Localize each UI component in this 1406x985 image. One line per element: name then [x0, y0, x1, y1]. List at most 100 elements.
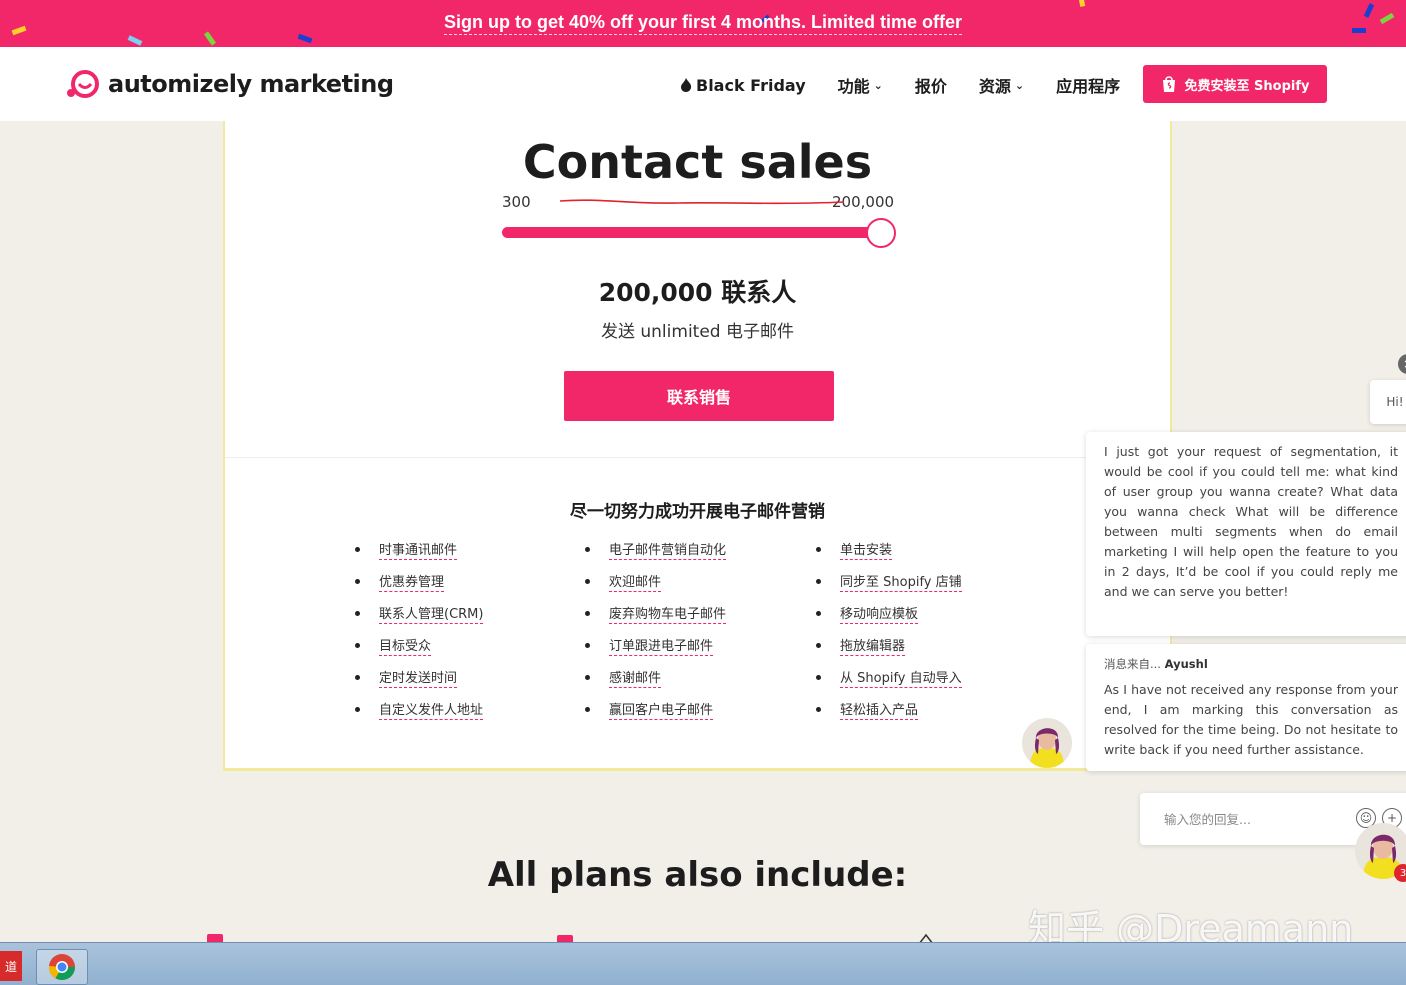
chat-message-text: I just got your request of segmentation,… [1104, 444, 1398, 599]
feature-item: 感谢邮件 [585, 667, 726, 699]
fire-icon [681, 78, 692, 92]
feature-link[interactable]: 赢回客户电子邮件 [609, 703, 714, 720]
nav-item-label: 应用程序 [1056, 77, 1121, 96]
nav-item-label: 功能 [837, 77, 870, 96]
contacts-slider-track[interactable] [502, 227, 880, 238]
chat-sender: 消息来自... Ayushl [1104, 654, 1398, 674]
chat-reply-input[interactable] [1162, 807, 1346, 831]
feature-item: 时事通讯邮件 [355, 539, 483, 571]
automizely-logo-icon [67, 70, 99, 98]
slider-min-label: 300 [502, 193, 531, 211]
os-taskbar: 道 [0, 942, 1406, 985]
feature-list-column-2: 电子邮件营销自动化 欢迎邮件 废弃购物车电子邮件 订单跟进电子邮件 感谢邮件 赢… [585, 539, 727, 731]
feature-item: 联系人管理(CRM) [355, 603, 484, 635]
contacts-slider-thumb[interactable] [866, 218, 896, 248]
agent-avatar[interactable] [1022, 718, 1072, 768]
confetti-decoration [1363, 3, 1375, 18]
feature-link[interactable]: 目标受众 [379, 639, 432, 656]
confetti-decoration [203, 31, 217, 46]
nav-item-apps[interactable]: 应用程序 [1056, 73, 1120, 97]
card-divider [225, 457, 1170, 458]
brand-name: automizely marketing [108, 70, 394, 98]
feature-item: 废弃购物车电子邮件 [585, 603, 727, 635]
feature-item: 赢回客户电子邮件 [585, 699, 726, 731]
nav-item-pricing[interactable]: 报价 [915, 73, 947, 97]
nav-item-label: Black Friday [696, 75, 806, 95]
chevron-down-icon: ⌄ [873, 78, 883, 92]
feature-link[interactable]: 轻松插入产品 [840, 703, 919, 720]
feature-link[interactable]: 自定义发件人地址 [379, 703, 484, 720]
emails-allowance: 发送 unlimited 电子邮件 [600, 322, 794, 342]
chat-message: I just got your request of segmentation,… [1086, 432, 1406, 636]
nav-item-label: 报价 [914, 77, 947, 96]
confetti-decoration [1078, 0, 1086, 7]
nav-item-black-friday[interactable]: Black Friday [680, 76, 806, 95]
nav-menu: Black Friday 功能 ⌄ 报价 资源 ⌄ 应用程序 [680, 73, 1120, 97]
chevron-down-icon: ⌄ [1014, 78, 1025, 92]
unread-count-badge: 3 [1394, 864, 1406, 882]
confetti-decoration [11, 25, 27, 36]
shopify-bag-icon [1162, 76, 1175, 92]
red-annotation-line [559, 199, 845, 205]
chat-greeting-bubble: Hi! [1370, 380, 1406, 424]
feature-list-column-3: 单击安装 同步至 Shopify 店铺 移动响应模板 拖放编辑器 从 Shopi… [816, 539, 962, 731]
feature-item: 拖放编辑器 [816, 635, 962, 667]
feature-item: 单击安装 [816, 539, 962, 571]
promo-banner-link[interactable]: Sign up to get 40% off your first 4 mont… [443, 12, 963, 35]
taskbar-chrome-item[interactable] [36, 949, 88, 985]
feature-link[interactable]: 从 Shopify 自动导入 [840, 671, 962, 688]
feature-link[interactable]: 定时发送时间 [379, 671, 458, 688]
feature-link[interactable]: 移动响应模板 [840, 607, 919, 624]
feature-link[interactable]: 拖放编辑器 [840, 639, 906, 656]
nav-item-features[interactable]: 功能 ⌄ [838, 73, 883, 97]
feature-item: 目标受众 [355, 635, 483, 667]
chat-message-text: As I have not received any response from… [1104, 682, 1398, 757]
feature-item: 电子邮件营销自动化 [585, 539, 727, 571]
feature-item: 自定义发件人地址 [355, 699, 484, 731]
feature-item: 从 Shopify 自动导入 [816, 667, 962, 699]
feature-link[interactable]: 同步至 Shopify 店铺 [840, 575, 962, 592]
feature-link[interactable]: 单击安装 [840, 543, 893, 560]
feature-item: 优惠券管理 [355, 571, 483, 603]
confetti-decoration [297, 33, 313, 44]
confetti-decoration [1379, 12, 1395, 25]
confetti-decoration [127, 35, 143, 46]
brand-logo[interactable]: automizely marketing [66, 69, 394, 99]
top-navigation: automizely marketing Black Friday 功能 ⌄ 报… [0, 47, 1406, 121]
taskbar-app-item[interactable]: 道 [0, 951, 22, 981]
feature-link[interactable]: 订单跟进电子邮件 [609, 639, 714, 656]
chat-greeting-text: Hi! [1386, 395, 1404, 409]
feature-item: 轻松插入产品 [816, 699, 962, 731]
taskbar-app-label: 道 [4, 959, 17, 974]
feature-link[interactable]: 时事通讯邮件 [379, 543, 458, 560]
install-shopify-button[interactable]: 免费安装至 Shopify [1143, 65, 1327, 103]
agent-avatar-icon [1022, 718, 1072, 768]
pricing-title: Contact sales [522, 135, 873, 189]
install-shopify-label: 免费安装至 Shopify [1184, 78, 1310, 94]
feature-link[interactable]: 优惠券管理 [379, 575, 445, 592]
nav-item-label: 资源 [978, 77, 1011, 96]
contact-sales-button[interactable]: 联系销售 [564, 371, 834, 421]
chrome-icon [48, 954, 76, 981]
feature-item: 欢迎邮件 [585, 571, 726, 603]
feature-item: 定时发送时间 [355, 667, 483, 699]
features-heading: 尽一切努力成功开展电子邮件营销 [570, 502, 825, 522]
feature-list-column-1: 时事通讯邮件 优惠券管理 联系人管理(CRM) 目标受众 定时发送时间 自定义发… [355, 539, 484, 731]
chat-sender-prefix: 消息来自... [1104, 657, 1161, 671]
pricing-card: Contact sales 300 200,000 200,000 联系人 发送… [223, 121, 1172, 771]
plans-include-heading: All plans also include: [487, 855, 908, 895]
feature-item: 移动响应模板 [816, 603, 962, 635]
promo-banner: Sign up to get 40% off your first 4 mont… [0, 0, 1406, 47]
chat-sender-name: Ayushl [1164, 657, 1208, 671]
close-icon[interactable]: × [1398, 354, 1406, 374]
feature-item: 订单跟进电子邮件 [585, 635, 726, 667]
feature-link[interactable]: 感谢邮件 [609, 671, 662, 688]
feature-link[interactable]: 欢迎邮件 [609, 575, 662, 592]
feature-item: 同步至 Shopify 店铺 [816, 571, 962, 603]
feature-link[interactable]: 废弃购物车电子邮件 [609, 607, 727, 624]
feature-link[interactable]: 电子邮件营销自动化 [609, 543, 727, 560]
chat-message: 消息来自... Ayushl As I have not received an… [1086, 644, 1406, 771]
feature-link[interactable]: 联系人管理(CRM) [379, 607, 484, 624]
confetti-decoration [1352, 28, 1366, 33]
nav-item-resources[interactable]: 资源 ⌄ [979, 73, 1024, 97]
